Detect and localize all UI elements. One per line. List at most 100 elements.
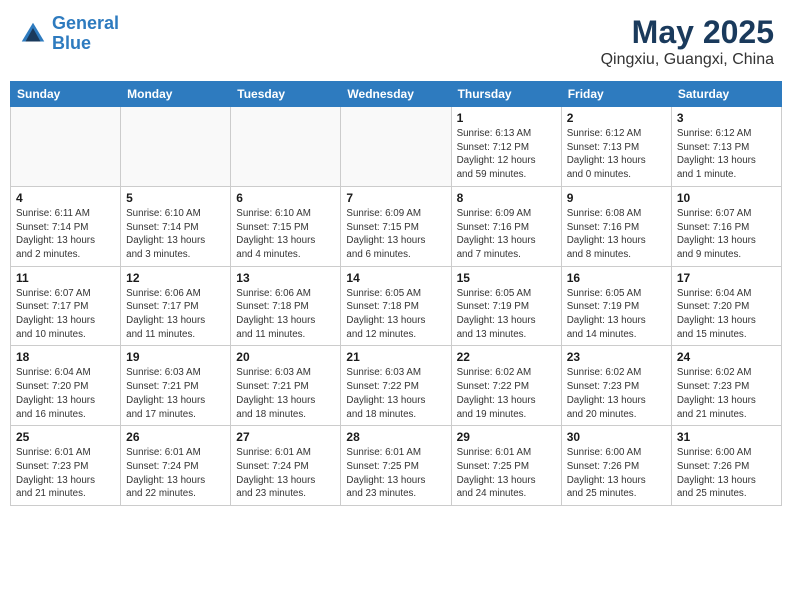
day-info: Sunrise: 6:01 AMSunset: 7:24 PMDaylight:… (126, 446, 225, 501)
calendar-cell: 28 Sunrise: 6:01 AMSunset: 7:25 PMDayligh… (341, 426, 451, 506)
day-number: 26 (126, 430, 225, 444)
day-info: Sunrise: 6:05 AMSunset: 7:18 PMDaylight:… (346, 287, 445, 342)
calendar-cell: 8Sunrise: 6:09 AMSunset: 7:16 PMDaylight… (451, 186, 561, 266)
day-number: 28 (346, 430, 445, 444)
calendar-cell: 17Sunrise: 6:04 AMSunset: 7:20 PMDayligh… (671, 266, 781, 346)
day-number: 5 (126, 191, 225, 205)
calendar-cell: 29 Sunrise: 6:01 AMSunset: 7:25 PMDayligh… (451, 426, 561, 506)
calendar-cell: 26 Sunrise: 6:01 AMSunset: 7:24 PMDayligh… (121, 426, 231, 506)
calendar-cell: 27 Sunrise: 6:01 AMSunset: 7:24 PMDayligh… (231, 426, 341, 506)
day-number: 3 (677, 111, 776, 125)
calendar-cell: 12Sunrise: 6:06 AMSunset: 7:17 PMDayligh… (121, 266, 231, 346)
day-number: 11 (16, 271, 115, 285)
day-number: 1 (457, 111, 556, 125)
day-info: Sunrise: 6:02 AMSunset: 7:22 PMDaylight:… (457, 366, 556, 421)
day-number: 29 (457, 430, 556, 444)
day-info: Sunrise: 6:05 AMSunset: 7:19 PMDaylight:… (457, 287, 556, 342)
calendar-cell: 1 Sunrise: 6:13 AMSunset: 7:12 PMDaylight… (451, 107, 561, 187)
page-header: General Blue May 2025 Qingxiu, Guangxi, … (10, 10, 782, 73)
calendar-week-row: 18 Sunrise: 6:04 AMSunset: 7:20 PMDayligh… (11, 346, 782, 426)
day-number: 21 (346, 350, 445, 364)
month-title: May 2025 (601, 14, 774, 51)
day-number: 30 (567, 430, 666, 444)
day-info: Sunrise: 6:06 AMSunset: 7:18 PMDaylight:… (236, 287, 335, 342)
day-info: Sunrise: 6:05 AMSunset: 7:19 PMDaylight:… (567, 287, 666, 342)
day-info: Sunrise: 6:13 AMSunset: 7:12 PMDaylight:… (457, 127, 556, 182)
calendar-week-row: 25 Sunrise: 6:01 AMSunset: 7:23 PMDayligh… (11, 426, 782, 506)
logo: General Blue (18, 14, 119, 54)
calendar-cell: 30 Sunrise: 6:00 AMSunset: 7:26 PMDayligh… (561, 426, 671, 506)
calendar-cell: 23Sunrise: 6:02 AMSunset: 7:23 PMDayligh… (561, 346, 671, 426)
day-info: Sunrise: 6:08 AMSunset: 7:16 PMDaylight:… (567, 207, 666, 262)
col-header-friday: Friday (561, 82, 671, 107)
day-number: 22 (457, 350, 556, 364)
day-number: 18 (16, 350, 115, 364)
calendar-cell: 3 Sunrise: 6:12 AMSunset: 7:13 PMDaylight… (671, 107, 781, 187)
title-block: May 2025 Qingxiu, Guangxi, China (601, 14, 774, 69)
calendar-week-row: 11 Sunrise: 6:07 AMSunset: 7:17 PMDayligh… (11, 266, 782, 346)
logo-line2: Blue (52, 33, 91, 53)
col-header-thursday: Thursday (451, 82, 561, 107)
calendar-header-row: SundayMondayTuesdayWednesdayThursdayFrid… (11, 82, 782, 107)
day-number: 24 (677, 350, 776, 364)
day-info: Sunrise: 6:00 AMSunset: 7:26 PMDaylight:… (677, 446, 776, 501)
day-info: Sunrise: 6:03 AMSunset: 7:21 PMDaylight:… (126, 366, 225, 421)
day-info: Sunrise: 6:11 AMSunset: 7:14 PMDaylight:… (16, 207, 115, 262)
day-number: 25 (16, 430, 115, 444)
day-info: Sunrise: 6:07 AMSunset: 7:17 PMDaylight:… (16, 287, 115, 342)
logo-icon (18, 19, 48, 49)
day-info: Sunrise: 6:04 AMSunset: 7:20 PMDaylight:… (16, 366, 115, 421)
calendar-cell: 7 Sunrise: 6:09 AMSunset: 7:15 PMDaylight… (341, 186, 451, 266)
calendar-cell: 6 Sunrise: 6:10 AMSunset: 7:15 PMDaylight… (231, 186, 341, 266)
day-number: 12 (126, 271, 225, 285)
day-number: 27 (236, 430, 335, 444)
calendar-cell (121, 107, 231, 187)
calendar-week-row: 4 Sunrise: 6:11 AMSunset: 7:14 PMDaylight… (11, 186, 782, 266)
day-info: Sunrise: 6:01 AMSunset: 7:25 PMDaylight:… (457, 446, 556, 501)
day-info: Sunrise: 6:01 AMSunset: 7:25 PMDaylight:… (346, 446, 445, 501)
calendar-cell: 24 Sunrise: 6:02 AMSunset: 7:23 PMDayligh… (671, 346, 781, 426)
day-info: Sunrise: 6:03 AMSunset: 7:21 PMDaylight:… (236, 366, 335, 421)
day-number: 17 (677, 271, 776, 285)
calendar-cell: 13Sunrise: 6:06 AMSunset: 7:18 PMDayligh… (231, 266, 341, 346)
calendar-cell: 15 Sunrise: 6:05 AMSunset: 7:19 PMDayligh… (451, 266, 561, 346)
day-info: Sunrise: 6:01 AMSunset: 7:23 PMDaylight:… (16, 446, 115, 501)
day-info: Sunrise: 6:10 AMSunset: 7:15 PMDaylight:… (236, 207, 335, 262)
calendar-week-row: 1 Sunrise: 6:13 AMSunset: 7:12 PMDaylight… (11, 107, 782, 187)
logo-line1: General (52, 13, 119, 33)
day-number: 14 (346, 271, 445, 285)
calendar-cell: 31Sunrise: 6:00 AMSunset: 7:26 PMDayligh… (671, 426, 781, 506)
day-info: Sunrise: 6:09 AMSunset: 7:15 PMDaylight:… (346, 207, 445, 262)
day-info: Sunrise: 6:12 AMSunset: 7:13 PMDaylight:… (677, 127, 776, 182)
day-info: Sunrise: 6:02 AMSunset: 7:23 PMDaylight:… (677, 366, 776, 421)
calendar-cell: 18 Sunrise: 6:04 AMSunset: 7:20 PMDayligh… (11, 346, 121, 426)
calendar-cell: 22 Sunrise: 6:02 AMSunset: 7:22 PMDayligh… (451, 346, 561, 426)
day-info: Sunrise: 6:02 AMSunset: 7:23 PMDaylight:… (567, 366, 666, 421)
day-number: 7 (346, 191, 445, 205)
col-header-monday: Monday (121, 82, 231, 107)
day-info: Sunrise: 6:03 AMSunset: 7:22 PMDaylight:… (346, 366, 445, 421)
day-number: 10 (677, 191, 776, 205)
calendar-cell: 21 Sunrise: 6:03 AMSunset: 7:22 PMDayligh… (341, 346, 451, 426)
day-number: 20 (236, 350, 335, 364)
location: Qingxiu, Guangxi, China (601, 51, 774, 69)
calendar-cell: 19 Sunrise: 6:03 AMSunset: 7:21 PMDayligh… (121, 346, 231, 426)
col-header-sunday: Sunday (11, 82, 121, 107)
day-info: Sunrise: 6:00 AMSunset: 7:26 PMDaylight:… (567, 446, 666, 501)
day-info: Sunrise: 6:07 AMSunset: 7:16 PMDaylight:… (677, 207, 776, 262)
day-number: 15 (457, 271, 556, 285)
col-header-wednesday: Wednesday (341, 82, 451, 107)
day-number: 8 (457, 191, 556, 205)
calendar-cell: 4 Sunrise: 6:11 AMSunset: 7:14 PMDaylight… (11, 186, 121, 266)
calendar-cell (341, 107, 451, 187)
calendar-cell: 9Sunrise: 6:08 AMSunset: 7:16 PMDaylight… (561, 186, 671, 266)
day-info: Sunrise: 6:01 AMSunset: 7:24 PMDaylight:… (236, 446, 335, 501)
calendar-cell: 25 Sunrise: 6:01 AMSunset: 7:23 PMDayligh… (11, 426, 121, 506)
day-number: 19 (126, 350, 225, 364)
calendar-cell: 20 Sunrise: 6:03 AMSunset: 7:21 PMDayligh… (231, 346, 341, 426)
day-info: Sunrise: 6:10 AMSunset: 7:14 PMDaylight:… (126, 207, 225, 262)
col-header-saturday: Saturday (671, 82, 781, 107)
day-number: 6 (236, 191, 335, 205)
calendar-cell: 11 Sunrise: 6:07 AMSunset: 7:17 PMDayligh… (11, 266, 121, 346)
day-number: 4 (16, 191, 115, 205)
